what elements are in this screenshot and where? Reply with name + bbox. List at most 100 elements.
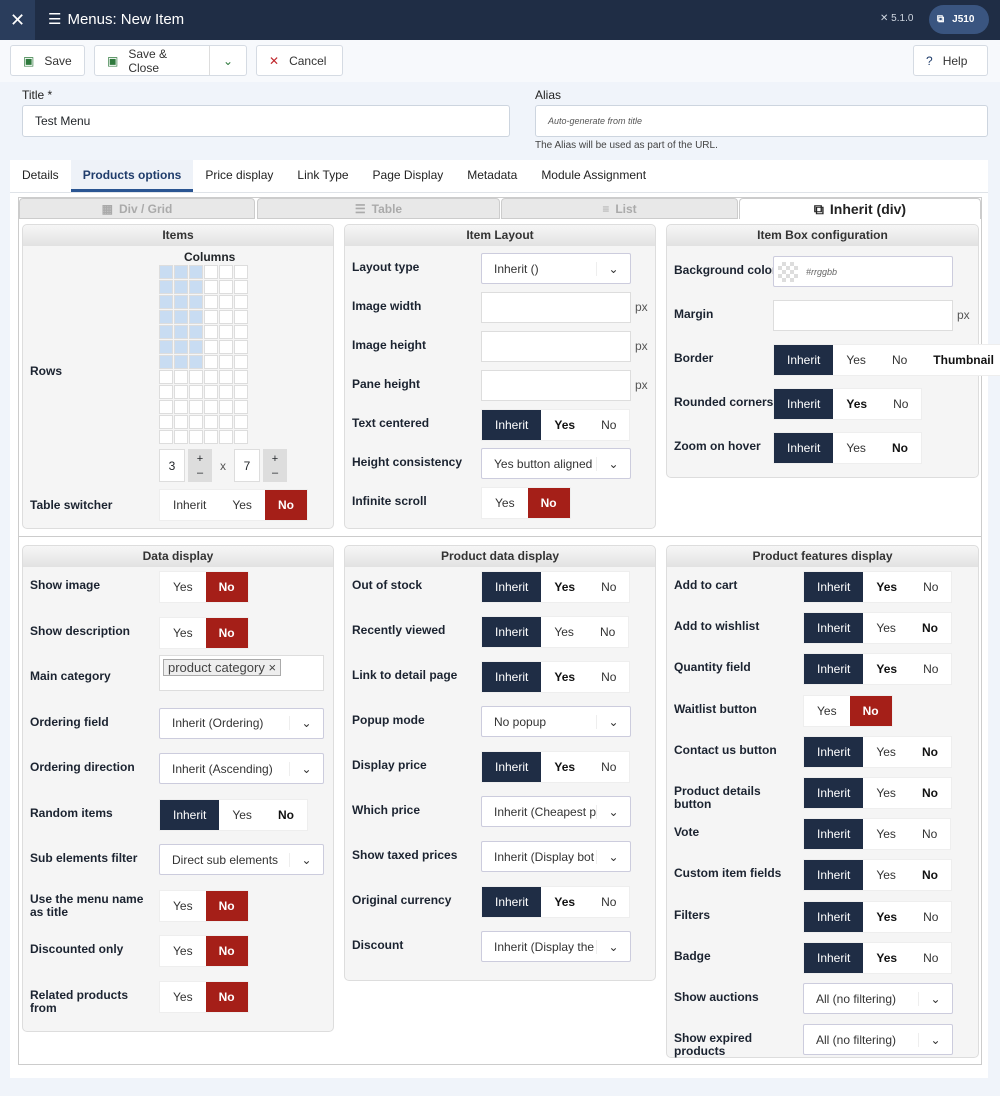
toggle-option-yes[interactable]: Yes xyxy=(863,778,909,808)
grid-cell[interactable] xyxy=(189,415,203,429)
chevron-down-icon[interactable]: ⌄ xyxy=(289,761,323,776)
toggle-option-yes[interactable]: Yes xyxy=(833,345,879,375)
grid-cell[interactable] xyxy=(159,265,173,279)
toggle-option-yes[interactable]: Yes xyxy=(863,819,909,849)
grid-cell[interactable] xyxy=(204,265,218,279)
toggle-group[interactable]: Inherit Yes No xyxy=(803,818,952,851)
plus-icon[interactable]: + xyxy=(272,452,278,466)
toggle-option-no[interactable]: No xyxy=(587,617,628,647)
show-auctions-select[interactable]: All (no filtering) ⌄ xyxy=(803,983,953,1014)
grid-cell[interactable] xyxy=(204,385,218,399)
grid-cell[interactable] xyxy=(159,280,173,294)
chevron-down-icon[interactable]: ⌄ xyxy=(596,261,630,276)
which-price-select[interactable]: Inherit (Cheapest p ⌄ xyxy=(481,796,631,827)
tab-module-assignment[interactable]: Module Assignment xyxy=(529,160,658,192)
toggle-option-inherit[interactable]: Inherit xyxy=(160,799,220,830)
rows-stepper[interactable]: + – xyxy=(263,449,287,482)
layout-tab-div-grid[interactable]: ▦ Div / Grid xyxy=(19,198,255,219)
grid-cell[interactable] xyxy=(204,280,218,294)
toggle-option-yes[interactable]: Yes xyxy=(833,433,879,463)
grid-cell[interactable] xyxy=(189,295,203,309)
grid-cell[interactable] xyxy=(174,310,188,324)
grid-cell[interactable] xyxy=(174,400,188,414)
toggle-option-yes[interactable]: Yes xyxy=(219,490,265,520)
tab-page-display[interactable]: Page Display xyxy=(361,160,456,192)
site-user-button[interactable]: ⧉ J510 xyxy=(929,5,989,34)
tab-details[interactable]: Details xyxy=(10,160,71,192)
tab-metadata[interactable]: Metadata xyxy=(455,160,529,192)
grid-cell[interactable] xyxy=(219,265,233,279)
grid-cell[interactable] xyxy=(159,430,173,444)
toggle-option-yes[interactable]: Yes xyxy=(863,737,909,767)
toggle-option-no[interactable]: No xyxy=(879,345,920,375)
toggle-option-no[interactable]: No xyxy=(588,572,629,602)
table-switcher-toggle[interactable]: Inherit Yes No xyxy=(159,489,308,521)
grid-cell[interactable] xyxy=(159,415,173,429)
toggle-group[interactable]: Inherit Yes No xyxy=(803,859,952,892)
chevron-down-icon[interactable]: ⌄ xyxy=(289,852,323,867)
toggle-option-no[interactable]: No xyxy=(264,490,307,520)
toggle-option-inherit[interactable]: Inherit xyxy=(804,778,864,808)
grid-cell[interactable] xyxy=(159,325,173,339)
grid-cell[interactable] xyxy=(174,385,188,399)
grid-cell[interactable] xyxy=(174,325,188,339)
toggle-option-inherit[interactable]: Inherit xyxy=(804,572,864,602)
joomla-logo-icon[interactable]: ✕ xyxy=(0,0,35,40)
grid-cell[interactable] xyxy=(219,295,233,309)
toggle-option-no[interactable]: No xyxy=(205,890,248,921)
grid-cell[interactable] xyxy=(174,355,188,369)
toggle-option-yes[interactable]: Yes xyxy=(863,943,910,973)
toggle-option-no[interactable]: No xyxy=(588,410,629,440)
toggle-option-yes[interactable]: Yes xyxy=(541,410,588,440)
grid-cell[interactable] xyxy=(174,370,188,384)
grid-cell[interactable] xyxy=(159,310,173,324)
rows-input[interactable]: 7 xyxy=(234,449,260,482)
toggle-group[interactable]: Yes No xyxy=(803,694,893,727)
grid-cell[interactable] xyxy=(234,415,248,429)
toggle-option-inherit[interactable]: Inherit xyxy=(774,345,834,375)
title-input[interactable]: Test Menu xyxy=(22,105,510,137)
toggle-group[interactable]: Inherit Yes No xyxy=(481,616,630,648)
grid-cell[interactable] xyxy=(189,355,203,369)
layout-tab-inherit-div[interactable]: ⧉ Inherit (div) xyxy=(739,198,981,219)
grid-cell[interactable] xyxy=(204,295,218,309)
toggle-option-inherit[interactable]: Inherit xyxy=(160,490,219,520)
minus-icon[interactable]: – xyxy=(272,466,278,480)
chevron-down-icon[interactable]: ⌄ xyxy=(596,804,630,819)
grid-cell[interactable] xyxy=(159,400,173,414)
grid-cell[interactable] xyxy=(204,310,218,324)
grid-cell[interactable] xyxy=(189,340,203,354)
toggle-option-no[interactable]: No xyxy=(909,778,951,808)
save-close-button[interactable]: ▣ Save & Close ⌄ xyxy=(94,45,247,76)
grid-cell[interactable] xyxy=(189,385,203,399)
grid-cell[interactable] xyxy=(189,430,203,444)
toggle-group[interactable]: Yes No xyxy=(481,487,571,519)
toggle-option-yes[interactable]: Yes xyxy=(160,982,206,1012)
toggle-option-inherit[interactable]: Inherit xyxy=(804,654,864,685)
ordering-direction-select[interactable]: Inherit (Ascending) ⌄ xyxy=(159,753,324,784)
toggle-option-inherit[interactable]: Inherit xyxy=(482,752,542,782)
toggle-option-no[interactable]: No xyxy=(588,662,629,692)
chevron-down-icon[interactable]: ⌄ xyxy=(209,46,246,75)
toggle-group[interactable]: Inherit Yes No xyxy=(159,489,308,521)
toggle-option-yes[interactable]: Yes xyxy=(863,613,909,643)
toggle-option-yes[interactable]: Yes xyxy=(833,389,880,419)
grid-cell[interactable] xyxy=(234,325,248,339)
toggle-group[interactable]: Inherit Yes No xyxy=(803,941,953,974)
toggle-option-no[interactable]: No xyxy=(909,819,950,849)
toggle-option-no[interactable]: No xyxy=(909,860,951,890)
toggle-option-yes[interactable]: Yes xyxy=(160,936,206,966)
grid-cell[interactable] xyxy=(204,415,218,429)
grid-cell[interactable] xyxy=(234,385,248,399)
toggle-option-no[interactable]: No xyxy=(909,737,951,767)
toggle-option-no[interactable]: No xyxy=(588,752,629,782)
toggle-group[interactable]: Inherit Yes No xyxy=(481,409,631,441)
grid-cell[interactable] xyxy=(234,400,248,414)
grid-cell[interactable] xyxy=(159,340,173,354)
plus-icon[interactable]: + xyxy=(197,452,203,466)
grid-cell[interactable] xyxy=(189,400,203,414)
grid-cell[interactable] xyxy=(219,430,233,444)
grid-cell[interactable] xyxy=(189,280,203,294)
toggle-option-yes[interactable]: Yes xyxy=(160,618,206,648)
grid-cell[interactable] xyxy=(219,340,233,354)
